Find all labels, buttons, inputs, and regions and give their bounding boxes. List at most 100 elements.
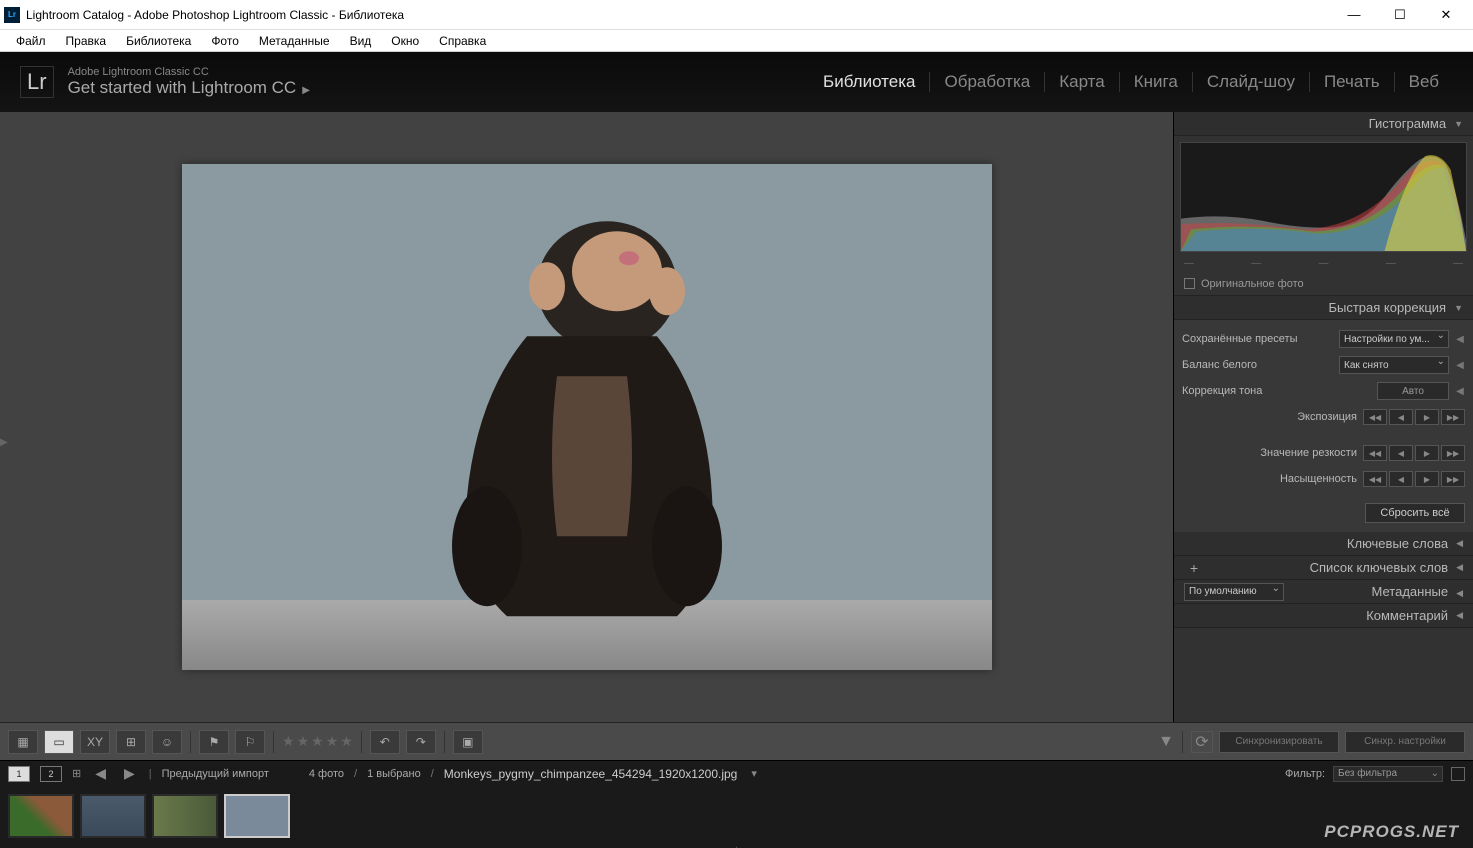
filter-dropdown[interactable]: Без фильтра <box>1333 766 1443 782</box>
step-down[interactable]: ◀ <box>1389 445 1413 461</box>
module-library[interactable]: Библиотека <box>809 66 929 98</box>
sync-lock-button[interactable]: ⟳ <box>1191 731 1213 753</box>
module-map[interactable]: Карта <box>1045 66 1119 98</box>
thumbnail-4-selected[interactable] <box>224 794 290 838</box>
lr-logo: Lr <box>20 66 54 98</box>
quickdev-header[interactable]: Быстрая коррекция▼ <box>1174 296 1473 320</box>
sync-settings-button[interactable]: Синхр. настройки <box>1345 731 1465 753</box>
loupe-view[interactable]: ▶ <box>0 112 1173 722</box>
comments-header[interactable]: Комментарий◀ <box>1174 604 1473 628</box>
toolbar-chevron-icon[interactable]: ▼ <box>1158 733 1174 751</box>
minimize-button[interactable]: — <box>1331 0 1377 30</box>
filmstrip[interactable] <box>0 786 1473 846</box>
star-4[interactable]: ★ <box>326 733 339 750</box>
wb-dropdown[interactable]: Как снято <box>1339 356 1449 374</box>
grid-icon[interactable]: ⊞ <box>72 767 81 780</box>
filter-switch[interactable] <box>1451 767 1465 781</box>
identity-plate: Lr Adobe Lightroom Classic CC Get starte… <box>0 52 1473 112</box>
slideshow-button[interactable]: ▣ <box>453 730 483 754</box>
left-panel-grabber[interactable]: ▶ <box>0 417 8 467</box>
second-window-button[interactable]: 2 <box>40 766 62 782</box>
module-picker: Библиотека Обработка Карта Книга Слайд-ш… <box>809 66 1453 98</box>
branding-block[interactable]: Adobe Lightroom Classic CC Get started w… <box>68 66 310 98</box>
expand-arrow-icon[interactable]: ◀ <box>1455 334 1465 345</box>
step-big-up[interactable]: ▶▶ <box>1441 471 1465 487</box>
step-up[interactable]: ▶ <box>1415 445 1439 461</box>
menu-photo[interactable]: Фото <box>203 32 247 50</box>
nav-fwd-button[interactable]: ▶ <box>120 765 139 782</box>
close-button[interactable]: ✕ <box>1423 0 1469 30</box>
module-web[interactable]: Веб <box>1395 66 1453 98</box>
source-label[interactable]: Предыдущий импорт <box>162 768 269 780</box>
step-down[interactable]: ◀ <box>1389 471 1413 487</box>
auto-tone-button[interactable]: Авто <box>1377 382 1449 400</box>
histogram-header[interactable]: Гистограмма▼ <box>1174 112 1473 136</box>
module-develop[interactable]: Обработка <box>930 66 1044 98</box>
selected-count: 1 выбрано <box>367 768 421 780</box>
step-down[interactable]: ◀ <box>1389 409 1413 425</box>
flag-reject-button[interactable]: ⚐ <box>235 730 265 754</box>
menu-library[interactable]: Библиотека <box>118 32 199 50</box>
reset-all-button[interactable]: Сбросить всё <box>1365 503 1465 523</box>
rotate-ccw-button[interactable]: ↶ <box>370 730 400 754</box>
filename-chevron-icon[interactable]: ▾ <box>751 767 757 780</box>
survey-view-button[interactable]: ⊞ <box>116 730 146 754</box>
window-title: Lightroom Catalog - Adobe Photoshop Ligh… <box>26 8 1331 22</box>
filter-label: Фильтр: <box>1285 768 1325 780</box>
expand-arrow-icon[interactable]: ◀ <box>1455 360 1465 371</box>
metadata-preset-dropdown[interactable]: По умолчанию <box>1184 583 1284 601</box>
nav-back-button[interactable]: ◀ <box>91 765 110 782</box>
keyword-list-header[interactable]: + Список ключевых слов◀ <box>1174 556 1473 580</box>
metadata-header[interactable]: По умолчанию Метаданные◀ <box>1174 580 1473 604</box>
step-big-up[interactable]: ▶▶ <box>1441 409 1465 425</box>
keywords-header[interactable]: Ключевые слова◀ <box>1174 532 1473 556</box>
step-big-down[interactable]: ◀◀ <box>1363 409 1387 425</box>
add-keyword-icon[interactable]: + <box>1184 560 1204 576</box>
thumbnail-2[interactable] <box>80 794 146 838</box>
sync-button[interactable]: Синхронизировать <box>1219 731 1339 753</box>
expand-arrow-icon[interactable]: ◀ <box>1455 386 1465 397</box>
module-print[interactable]: Печать <box>1310 66 1394 98</box>
module-slideshow[interactable]: Слайд-шоу <box>1193 66 1309 98</box>
loupe-view-button[interactable]: ▭ <box>44 730 74 754</box>
rotate-cw-button[interactable]: ↷ <box>406 730 436 754</box>
step-big-down[interactable]: ◀◀ <box>1363 471 1387 487</box>
flag-pick-button[interactable]: ⚑ <box>199 730 229 754</box>
chevron-down-icon: ▼ <box>1454 303 1463 313</box>
step-up[interactable]: ▶ <box>1415 409 1439 425</box>
clarity-label: Значение резкости <box>1182 447 1357 459</box>
step-big-down[interactable]: ◀◀ <box>1363 445 1387 461</box>
exposure-label: Экспозиция <box>1182 411 1357 423</box>
step-up[interactable]: ▶ <box>1415 471 1439 487</box>
thumbnail-1[interactable] <box>8 794 74 838</box>
histogram-ticks: ————— <box>1174 258 1473 272</box>
saved-presets-dropdown[interactable]: Настройки по ум... <box>1339 330 1449 348</box>
menu-window[interactable]: Окно <box>383 32 427 50</box>
original-checkbox[interactable] <box>1184 278 1195 289</box>
tone-label: Коррекция тона <box>1182 385 1371 397</box>
star-1[interactable]: ★ <box>282 733 295 750</box>
step-big-up[interactable]: ▶▶ <box>1441 445 1465 461</box>
menu-metadata[interactable]: Метаданные <box>251 32 338 50</box>
main-window-button[interactable]: 1 <box>8 766 30 782</box>
histogram-chart[interactable] <box>1180 142 1467 252</box>
original-label: Оригинальное фото <box>1201 278 1304 290</box>
module-book[interactable]: Книга <box>1120 66 1192 98</box>
compare-view-button[interactable]: XY <box>80 730 110 754</box>
menu-view[interactable]: Вид <box>342 32 380 50</box>
clarity-stepper: ◀◀ ◀ ▶ ▶▶ <box>1363 445 1465 461</box>
thumbnail-3[interactable] <box>152 794 218 838</box>
people-view-button[interactable]: ☺ <box>152 730 182 754</box>
star-3[interactable]: ★ <box>311 733 324 750</box>
grid-view-button[interactable]: ▦ <box>8 730 38 754</box>
menu-help[interactable]: Справка <box>431 32 494 50</box>
star-2[interactable]: ★ <box>297 733 310 750</box>
main-photo[interactable] <box>182 164 992 670</box>
chevron-left-icon: ◀ <box>1456 562 1463 573</box>
rating-stars[interactable]: ★ ★ ★ ★ ★ <box>282 733 353 750</box>
star-5[interactable]: ★ <box>340 733 353 750</box>
original-photo-row[interactable]: Оригинальное фото <box>1174 272 1473 296</box>
menu-edit[interactable]: Правка <box>58 32 115 50</box>
maximize-button[interactable]: ☐ <box>1377 0 1423 30</box>
menu-file[interactable]: Файл <box>8 32 54 50</box>
